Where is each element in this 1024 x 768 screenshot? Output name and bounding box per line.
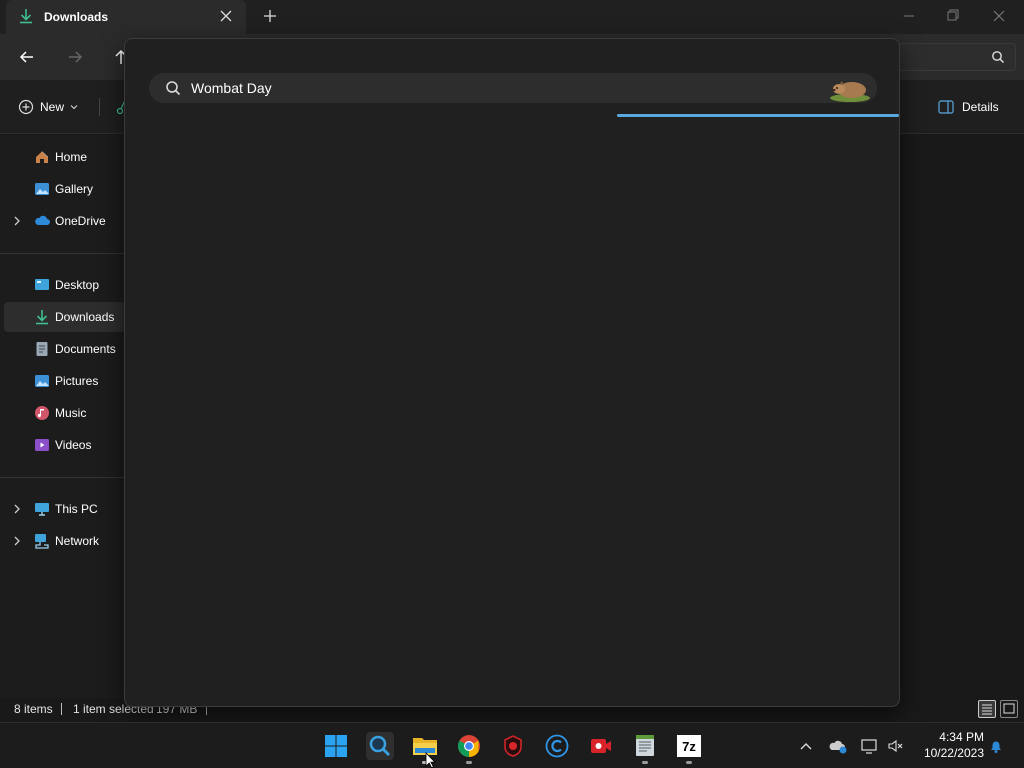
sidebar-item-label: Downloads xyxy=(55,310,115,324)
list-view-icon xyxy=(982,704,992,715)
home-icon xyxy=(36,151,49,163)
close-tab-icon[interactable] xyxy=(218,8,234,24)
gallery-icon xyxy=(35,183,49,195)
wombat-doodle-icon[interactable] xyxy=(827,72,873,104)
back-arrow-icon[interactable] xyxy=(18,48,36,66)
large-icons-view-button[interactable] xyxy=(1000,700,1018,718)
new-button[interactable]: New xyxy=(18,95,78,119)
minimize-icon[interactable] xyxy=(898,6,920,26)
tab-title: Downloads xyxy=(44,10,109,24)
windows-start-icon[interactable] xyxy=(322,732,350,760)
search-app-icon[interactable] xyxy=(366,732,394,760)
document-icon xyxy=(36,342,48,356)
chevron-right-icon[interactable] xyxy=(12,535,22,547)
popup-search-bar[interactable] xyxy=(149,73,877,103)
sidebar-item-label: Music xyxy=(55,406,87,420)
tiles-view-icon xyxy=(1003,703,1015,714)
sidebar-item-downloads[interactable]: Downloads xyxy=(4,302,125,332)
sidebar-item-network[interactable]: Network xyxy=(4,526,125,556)
search-query-input[interactable] xyxy=(191,78,791,98)
navigation-pane: Home Gallery OneDrive Desktop Downloads xyxy=(0,135,125,698)
7zip-label: 7z xyxy=(677,735,701,757)
running-indicator xyxy=(466,761,472,764)
chrome-icon[interactable] xyxy=(455,732,483,760)
chevron-right-icon[interactable] xyxy=(12,215,22,227)
status-divider xyxy=(61,703,62,715)
sidebar-item-music[interactable]: Music xyxy=(4,398,125,428)
desktop-icon xyxy=(35,279,49,290)
sound-muted-icon[interactable] xyxy=(886,736,906,756)
7zip-icon[interactable]: 7z xyxy=(675,732,703,760)
running-indicator xyxy=(642,761,648,764)
sidebar-item-label: OneDrive xyxy=(55,214,106,228)
sidebar-item-pictures[interactable]: Pictures xyxy=(4,366,125,396)
onedrive-tray-icon[interactable] xyxy=(828,736,848,756)
cloud-icon xyxy=(35,215,50,225)
download-icon xyxy=(36,310,48,325)
chevron-right-icon[interactable] xyxy=(12,503,22,515)
sidebar-item-label: Videos xyxy=(55,438,92,452)
network-icon xyxy=(35,534,49,549)
new-button-label: New xyxy=(40,100,65,114)
sidebar-item-label: This PC xyxy=(55,502,98,516)
new-tab-plus-icon[interactable] xyxy=(262,8,278,24)
toolbar-divider xyxy=(99,98,100,116)
sidebar-item-label: Network xyxy=(55,534,100,548)
sidebar-item-label: Desktop xyxy=(55,278,100,292)
sidebar-item-this-pc[interactable]: This PC xyxy=(4,494,125,524)
clock-time: 4:34 PM xyxy=(939,730,984,744)
loading-progress-bar xyxy=(617,114,899,117)
system-clock[interactable]: 4:34 PM 10/22/2023 xyxy=(912,729,984,761)
close-window-icon[interactable] xyxy=(988,6,1010,26)
music-icon xyxy=(35,406,49,420)
chevron-down-icon xyxy=(70,105,78,110)
sidebar-item-label: Documents xyxy=(55,342,116,356)
title-bar: Downloads xyxy=(0,0,1024,34)
forward-arrow-icon[interactable] xyxy=(66,48,84,66)
chevron-up-icon[interactable] xyxy=(796,736,816,756)
pictures-icon xyxy=(35,375,49,387)
restore-icon[interactable] xyxy=(942,6,964,26)
details-button-label: Details xyxy=(962,100,999,114)
tab-downloads[interactable]: Downloads xyxy=(6,0,246,34)
details-button[interactable]: Details xyxy=(938,96,999,118)
clock-date: 10/22/2023 xyxy=(923,746,984,760)
notepad-icon[interactable] xyxy=(631,732,659,760)
sidebar-item-label: Home xyxy=(55,150,88,164)
sidebar-item-home[interactable]: Home xyxy=(4,142,125,172)
sidebar-item-desktop[interactable]: Desktop xyxy=(4,270,125,300)
mouse-cursor-icon xyxy=(425,752,436,768)
ccleaner-icon[interactable] xyxy=(543,732,571,760)
red-app-icon[interactable] xyxy=(499,732,527,760)
running-indicator xyxy=(686,761,692,764)
details-view-button[interactable] xyxy=(978,700,996,718)
sidebar-item-label: Pictures xyxy=(55,374,99,388)
sidebar-item-gallery[interactable]: Gallery xyxy=(4,174,125,204)
notification-bell-icon[interactable] xyxy=(986,736,1006,756)
computer-icon xyxy=(35,503,49,516)
item-count: 8 items xyxy=(14,702,53,716)
sidebar-item-documents[interactable]: Documents xyxy=(4,334,125,364)
search-popup xyxy=(124,38,900,707)
plus-circle-icon xyxy=(18,99,34,115)
sidebar-divider xyxy=(0,253,125,254)
taskbar: 7z 4:34 PM 10/22/2023 xyxy=(0,722,1024,768)
folder-search-box[interactable] xyxy=(898,43,1016,71)
search-icon xyxy=(992,51,1005,64)
download-icon xyxy=(20,9,32,24)
videos-icon xyxy=(35,439,49,451)
sidebar-divider xyxy=(0,477,125,478)
sidebar-item-videos[interactable]: Videos xyxy=(4,430,125,460)
details-pane-icon xyxy=(938,100,954,114)
search-icon xyxy=(166,81,181,96)
sidebar-item-label: Gallery xyxy=(55,182,94,196)
sidebar-item-onedrive[interactable]: OneDrive xyxy=(4,206,125,236)
display-tray-icon[interactable] xyxy=(860,736,880,756)
recorder-icon[interactable] xyxy=(587,732,615,760)
